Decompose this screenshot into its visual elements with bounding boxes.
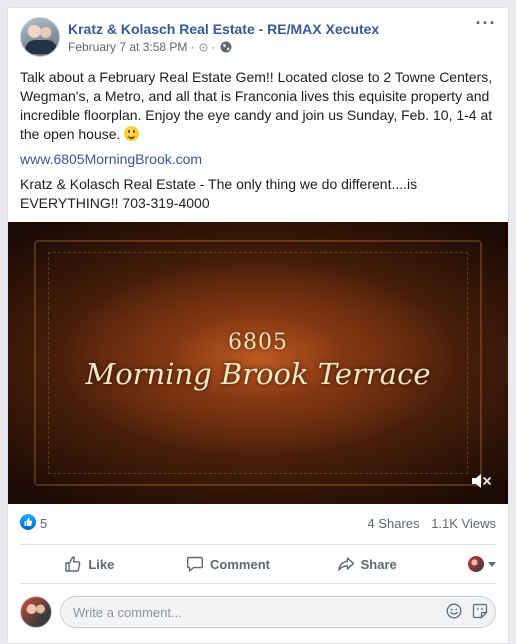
meta-separator-2: · — [211, 40, 216, 54]
video-player[interactable]: 6805 Morning Brook Terrace — [8, 222, 508, 504]
post-as-avatar — [468, 556, 485, 572]
post-timestamp[interactable]: February 7 at 3:58 PM — [68, 40, 187, 54]
post-text: Talk about a February Real Estate Gem!! … — [20, 68, 498, 219]
chevron-down-icon — [488, 561, 497, 567]
settings-small-icon — [199, 43, 208, 51]
video-title: Morning Brook Terrace — [85, 357, 431, 391]
page-avatar[interactable] — [20, 17, 60, 57]
globe-icon[interactable] — [220, 41, 232, 53]
thumbs-up-outline-icon — [65, 556, 81, 572]
video-title-number: 6805 — [228, 330, 288, 355]
user-avatar — [20, 596, 52, 628]
post-paragraph-2: Kratz & Kolasch Real Estate - The only t… — [20, 176, 418, 211]
thumbs-up-icon[interactable] — [20, 514, 36, 530]
comment-button[interactable]: Comment — [159, 548, 298, 580]
post-link-paragraph: www.6805MorningBrook.com — [20, 150, 498, 169]
comment-composer — [20, 594, 496, 630]
post-link[interactable]: www.6805MorningBrook.com — [20, 151, 202, 167]
share-arrow-icon — [337, 557, 354, 571]
like-button[interactable]: Like — [20, 548, 159, 580]
comment-bubble-icon — [187, 556, 204, 572]
post-as-selector[interactable] — [436, 548, 497, 580]
more-options-icon[interactable]: ··· — [474, 14, 498, 36]
meta-separator: · — [190, 40, 195, 54]
post-paragraph-1-text: Talk about a February Real Estate Gem!! … — [20, 69, 493, 142]
action-bar: Like Comment Share — [20, 544, 497, 584]
post-meta: February 7 at 3:58 PM · · — [68, 40, 232, 54]
emoji-icon[interactable] — [446, 603, 462, 619]
like-label: Like — [88, 556, 115, 572]
sticker-icon[interactable] — [472, 603, 488, 619]
post-paragraph-1: Talk about a February Real Estate Gem!! … — [20, 68, 498, 144]
like-count[interactable]: 5 — [40, 516, 47, 531]
comment-input[interactable] — [60, 596, 496, 628]
post-card: Kratz & Kolasch Real Estate - RE/MAX Xec… — [7, 7, 509, 644]
page-name-link[interactable]: Kratz & Kolasch Real Estate - RE/MAX Xec… — [68, 21, 379, 37]
post-header: Kratz & Kolasch Real Estate - RE/MAX Xec… — [8, 8, 508, 66]
reaction-counts: 5 4 Shares 1.1K Views — [8, 508, 508, 538]
smile-emoji-icon — [124, 126, 140, 141]
comment-label: Comment — [210, 556, 270, 572]
speaker-muted-icon[interactable] — [470, 472, 492, 490]
share-label: Share — [360, 556, 397, 572]
shares-count[interactable]: 4 Shares — [368, 516, 420, 531]
share-button[interactable]: Share — [297, 548, 436, 580]
views-count: 1.1K Views — [431, 516, 496, 531]
share-view-stats: 4 Shares 1.1K Views — [368, 516, 496, 531]
